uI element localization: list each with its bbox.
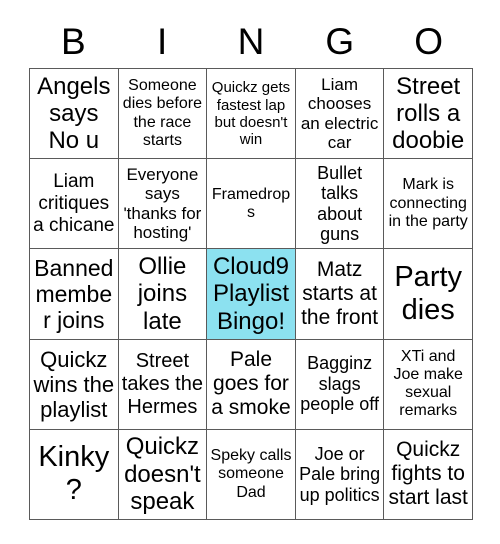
bingo-cell[interactable]: Street rolls a doobie: [384, 69, 473, 160]
bingo-cell-label: Framedrops: [211, 185, 291, 221]
header-letter-b: B: [61, 20, 86, 62]
bingo-cell-label: Quickz gets fastest lap but doesn't win: [211, 79, 291, 148]
bingo-cell[interactable]: Joe or Pale bring up politics: [295, 429, 385, 520]
header-letter-n: N: [237, 20, 265, 62]
bingo-grid: Angels says No u Someone dies before the …: [29, 68, 473, 520]
bingo-cell-label: Liam chooses an electric car: [300, 74, 379, 152]
bingo-cell-label: Mark is connecting in the party: [388, 176, 468, 230]
bingo-cell[interactable]: Kinky?: [30, 429, 119, 520]
bingo-cell-label: Kinky?: [38, 441, 110, 507]
bingo-cell-label: Quickz doesn't speak: [124, 433, 201, 516]
bingo-cell[interactable]: Quickz wins the playlist: [30, 339, 119, 430]
bingo-cell[interactable]: Bagginz slags people off: [295, 339, 385, 430]
bingo-cell-label: Someone dies before the race starts: [122, 77, 202, 149]
header-letter-g: G: [325, 20, 355, 62]
bingo-cell[interactable]: Pale goes for a smoke: [207, 339, 296, 430]
bingo-cell-label: Quickz fights to start last: [388, 438, 468, 510]
bingo-cell-label: Quickz wins the playlist: [33, 346, 115, 422]
bingo-cell-label: Bagginz slags people off: [300, 353, 379, 415]
bingo-cell[interactable]: Everyone says 'thanks for hosting': [118, 159, 208, 250]
bingo-cell[interactable]: Street takes the Hermes: [118, 339, 208, 430]
bingo-cell-label: Everyone says 'thanks for hosting': [123, 165, 202, 243]
bingo-cell-label: Street rolls a doobie: [392, 72, 465, 155]
bingo-cell[interactable]: Matz starts at the front: [295, 249, 385, 340]
header-letter-o: O: [414, 20, 443, 62]
bingo-cell[interactable]: Liam chooses an electric car: [295, 69, 385, 160]
bingo-cell[interactable]: Mark is connecting in the party: [384, 159, 473, 250]
bingo-cell-label: Joe or Pale bring up politics: [299, 443, 381, 505]
header-letter-i: I: [157, 20, 168, 62]
bingo-cell[interactable]: Banned member joins: [30, 249, 119, 340]
bingo-cell-label: XTi and Joe make sexual remarks: [393, 347, 463, 420]
bingo-cell[interactable]: Quickz gets fastest lap but doesn't win: [207, 69, 296, 160]
bingo-cell[interactable]: Bullet talks about guns: [295, 159, 385, 250]
bingo-cell-label: Street takes the Hermes: [121, 350, 203, 418]
bingo-cell-label: Speky calls someone Dad: [210, 447, 292, 501]
bingo-cell[interactable]: Cloud9 Playlist Bingo!: [207, 249, 296, 340]
bingo-cell-label: Bullet talks about guns: [317, 162, 363, 245]
bingo-cell-label: Banned member joins: [34, 254, 114, 334]
bingo-cell[interactable]: Framedrops: [207, 159, 296, 250]
bingo-cell-label: Party dies: [394, 260, 463, 326]
bingo-cell[interactable]: Someone dies before the race starts: [118, 69, 208, 160]
bingo-cell-label: Cloud9 Playlist Bingo!: [212, 252, 290, 335]
bingo-cell[interactable]: Quickz fights to start last: [384, 429, 473, 520]
bingo-cell-label: Angels says No u: [37, 72, 111, 155]
bingo-cell-label: Ollie joins late: [137, 252, 188, 335]
bingo-cell-label: Liam critiques a chicane: [33, 171, 115, 236]
bingo-cell[interactable]: Ollie joins late: [118, 249, 208, 340]
bingo-cell-label: Pale goes for a smoke: [211, 348, 291, 420]
bingo-cell[interactable]: Speky calls someone Dad: [207, 429, 296, 520]
bingo-card: B I N G O Angels says No u Someone dies b…: [0, 0, 500, 544]
bingo-cell-label: Matz starts at the front: [301, 258, 379, 329]
bingo-cell[interactable]: Angels says No u: [30, 69, 119, 160]
bingo-cell[interactable]: Liam critiques a chicane: [30, 159, 119, 250]
bingo-cell[interactable]: XTi and Joe make sexual remarks: [384, 339, 473, 430]
bingo-cell[interactable]: Party dies: [384, 249, 473, 340]
bingo-cell[interactable]: Quickz doesn't speak: [118, 429, 208, 520]
bingo-header: B I N G O: [29, 14, 473, 68]
